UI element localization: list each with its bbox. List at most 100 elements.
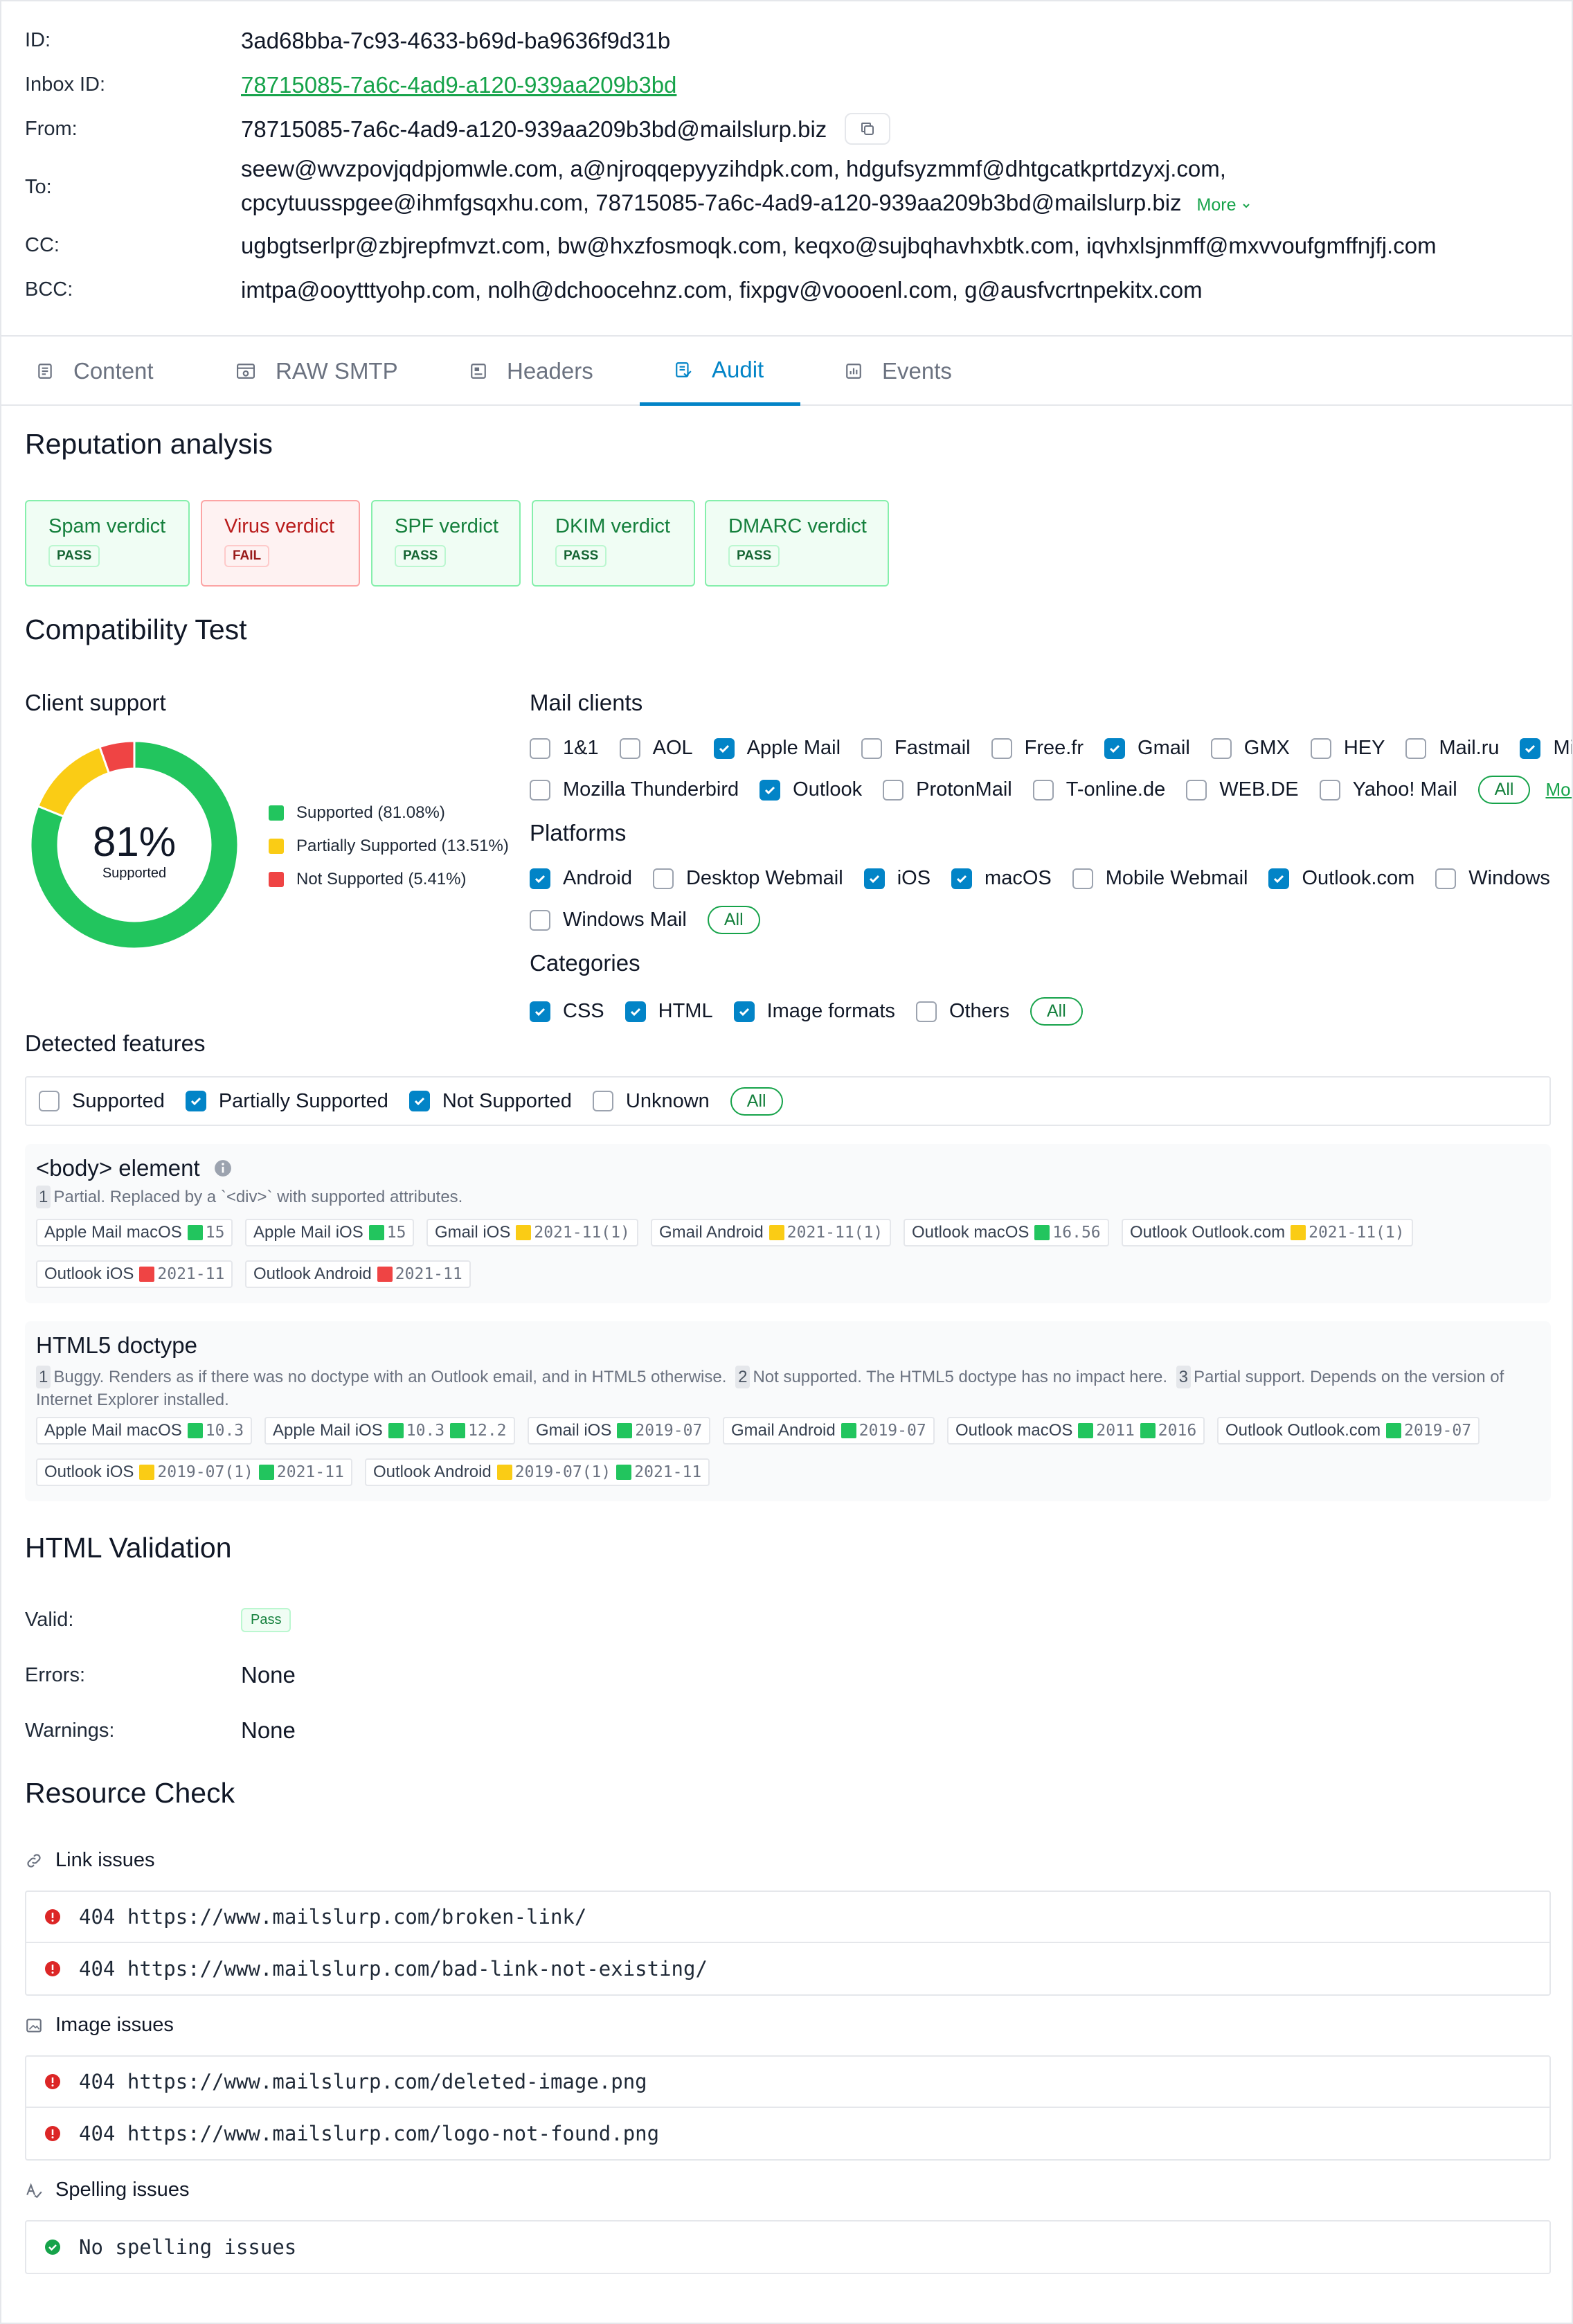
chip-client-name: Gmail iOS xyxy=(435,1223,511,1242)
meta-id-value: 3ad68bba-7c93-4633-b69d-ba9636f9d31b xyxy=(241,27,671,53)
checkbox-box[interactable] xyxy=(863,868,885,889)
checkbox-box[interactable] xyxy=(951,868,973,889)
checkbox-box[interactable] xyxy=(733,1001,755,1022)
checkbox-box[interactable] xyxy=(713,738,735,759)
checkbox-box[interactable] xyxy=(530,779,550,801)
platform-checkbox-ios[interactable]: iOS xyxy=(863,867,931,890)
mail-client-checkbox-mozilla-thunderbird[interactable]: Mozilla Thunderbird xyxy=(530,778,739,801)
checkbox-box[interactable] xyxy=(530,1001,550,1022)
platform-checkbox-macos[interactable]: macOS xyxy=(951,867,1052,890)
checkbox-box[interactable] xyxy=(1435,868,1457,889)
checkbox-box[interactable] xyxy=(915,1001,937,1022)
tab-headers[interactable]: Headers xyxy=(469,337,593,406)
filter-checkbox-partially-supported[interactable]: Partially Supported xyxy=(185,1090,388,1113)
mail-client-checkbox-protonmail[interactable]: ProtonMail xyxy=(883,778,1012,801)
category-checkbox-html[interactable]: HTML xyxy=(624,1000,713,1023)
mail-client-checkbox-web-de[interactable]: WEB.DE xyxy=(1186,778,1299,801)
mail-client-checkbox-microsoft[interactable]: Microsoft xyxy=(1520,737,1573,760)
spelling-message: No spelling issues xyxy=(79,2235,297,2259)
chip-client-name: Outlook Outlook.com xyxy=(1130,1223,1286,1242)
checkbox-box[interactable] xyxy=(1520,738,1541,759)
note-text: Not supported. The HTML5 doctype has no … xyxy=(753,1368,1167,1386)
checkbox-box[interactable] xyxy=(185,1091,206,1111)
mail-clients-all-button[interactable]: All xyxy=(1477,776,1531,804)
mail-client-checkbox-mail-ru[interactable]: Mail.ru xyxy=(1405,737,1499,760)
mail-client-checkbox-yahoo-mail[interactable]: Yahoo! Mail xyxy=(1319,778,1457,801)
mail-client-checkbox-gmail[interactable]: Gmail xyxy=(1104,737,1190,760)
resource-check-title: Resource Check xyxy=(25,1777,235,1809)
categories-all-button[interactable]: All xyxy=(1030,997,1083,1026)
mail-client-checkbox-aol[interactable]: AOL xyxy=(619,737,693,760)
checkbox-box[interactable] xyxy=(759,779,781,801)
mail-client-checkbox-fastmail[interactable]: Fastmail xyxy=(861,737,971,760)
checkbox-box[interactable] xyxy=(1310,738,1331,759)
support-status-swatch xyxy=(139,1465,155,1480)
mail-client-checkbox-1-1[interactable]: 1&1 xyxy=(530,737,599,760)
category-checkbox-image-formats[interactable]: Image formats xyxy=(733,1000,895,1023)
mail-client-checkbox-free-fr[interactable]: Free.fr xyxy=(991,737,1084,760)
inbox-id-link[interactable]: 78715085-7a6c-4ad9-a120-939aa209b3bd xyxy=(241,72,676,98)
email-audit-page: ID: 3ad68bba-7c93-4633-b69d-ba9636f9d31b… xyxy=(0,0,1573,2324)
tab-events[interactable]: Events xyxy=(845,337,952,406)
checkbox-box[interactable] xyxy=(1405,738,1427,759)
checkbox-box[interactable] xyxy=(1072,868,1093,889)
checkbox-box[interactable] xyxy=(530,868,550,889)
legend-supported: Supported (81.08%) xyxy=(269,803,445,823)
platform-checkbox-windows[interactable]: Windows xyxy=(1435,867,1550,890)
tab-raw-smtp[interactable]: RAW SMTP xyxy=(235,337,398,406)
mail-client-checkbox-gmx[interactable]: GMX xyxy=(1210,737,1290,760)
feature-title: <body> element xyxy=(36,1155,232,1181)
platforms-all-button[interactable]: All xyxy=(707,906,760,934)
categories-row: CSS HTML Image formats Others All xyxy=(530,997,1098,1026)
image-issues-header: Image issues xyxy=(25,2014,174,2037)
checkbox-box[interactable] xyxy=(530,909,550,931)
platform-checkbox-desktop-webmail[interactable]: Desktop Webmail xyxy=(652,867,843,890)
checkbox-box[interactable] xyxy=(624,1001,646,1022)
platforms-row: Windows Mail All xyxy=(530,906,775,934)
category-checkbox-css[interactable]: CSS xyxy=(530,1000,604,1023)
headers-icon xyxy=(471,364,486,379)
checkbox-box[interactable] xyxy=(39,1091,60,1111)
checkbox-box[interactable] xyxy=(861,738,883,759)
checkbox-box[interactable] xyxy=(1104,738,1126,759)
platform-label: Desktop Webmail xyxy=(685,867,843,889)
platform-checkbox-mobile-webmail[interactable]: Mobile Webmail xyxy=(1072,867,1248,890)
mail-client-label: Microsoft xyxy=(1553,737,1573,759)
checkbox-box[interactable] xyxy=(1210,738,1232,759)
legend-swatch xyxy=(269,872,284,887)
mail-client-checkbox-hey[interactable]: HEY xyxy=(1310,737,1385,760)
info-icon[interactable] xyxy=(214,1159,232,1177)
tab-audit[interactable]: Audit xyxy=(640,337,800,406)
category-checkbox-others[interactable]: Others xyxy=(915,1000,1009,1023)
mail-client-checkbox-apple-mail[interactable]: Apple Mail xyxy=(713,737,841,760)
checkbox-box[interactable] xyxy=(1319,779,1340,801)
errors-label: Errors: xyxy=(25,1663,85,1686)
tab-content[interactable]: Content xyxy=(36,337,154,406)
meta-from-value: 78715085-7a6c-4ad9-a120-939aa209b3bd@mai… xyxy=(241,116,827,142)
mail-client-checkbox-t-online-de[interactable]: T-online.de xyxy=(1032,778,1165,801)
checkbox-box[interactable] xyxy=(1032,779,1054,801)
platform-checkbox-outlook-com[interactable]: Outlook.com xyxy=(1268,867,1414,890)
chip-client-name: Gmail Android xyxy=(731,1421,836,1440)
platform-checkbox-windows-mail[interactable]: Windows Mail xyxy=(530,909,687,931)
filter-checkbox-unknown[interactable]: Unknown xyxy=(592,1090,710,1113)
detected-all-button[interactable]: All xyxy=(730,1087,783,1116)
checkbox-box[interactable] xyxy=(408,1091,430,1111)
to-more-link[interactable]: More xyxy=(1197,195,1252,215)
filter-checkbox-supported[interactable]: Supported xyxy=(39,1090,165,1113)
checkbox-box[interactable] xyxy=(991,738,1012,759)
checkbox-box[interactable] xyxy=(1268,868,1290,889)
mail-clients-row: 1&1 AOL Apple Mail Fastmail Free.fr Gmail GMX H… xyxy=(530,737,1573,760)
checkbox-box[interactable] xyxy=(883,779,904,801)
checkbox-box[interactable] xyxy=(619,738,640,759)
checkbox-box[interactable] xyxy=(530,738,550,759)
warnings-value: None xyxy=(241,1717,296,1743)
checkbox-box[interactable] xyxy=(592,1091,613,1111)
copy-button[interactable] xyxy=(845,113,891,145)
checkbox-box[interactable] xyxy=(652,868,674,889)
checkbox-box[interactable] xyxy=(1186,779,1207,801)
filter-checkbox-not-supported[interactable]: Not Supported xyxy=(408,1090,572,1113)
platform-checkbox-android[interactable]: Android xyxy=(530,867,632,890)
mail-client-checkbox-outlook[interactable]: Outlook xyxy=(759,778,862,801)
mail-clients-more-link[interactable]: More xyxy=(1545,779,1572,801)
